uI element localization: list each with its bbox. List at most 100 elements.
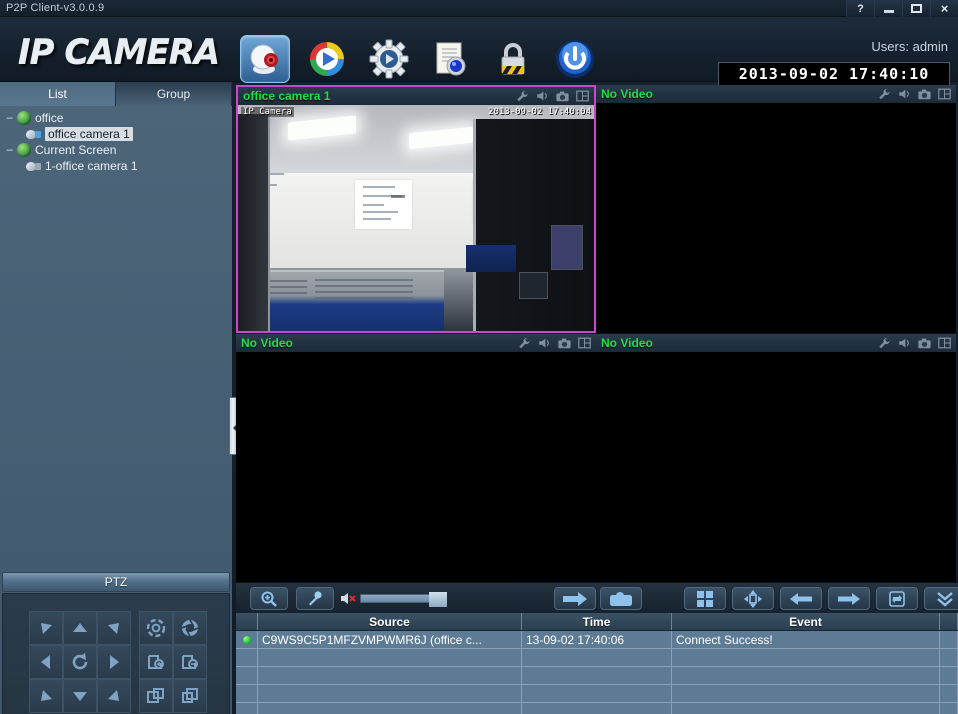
ptz-lens-pad <box>139 611 207 713</box>
speaker-icon[interactable] <box>897 87 912 101</box>
auto-cycle-button[interactable] <box>876 587 918 610</box>
tree-item-office[interactable]: – office <box>4 110 232 126</box>
column-header-extra[interactable] <box>940 613 958 630</box>
tab-group[interactable]: Group <box>116 82 232 106</box>
snapshot-icon[interactable] <box>917 87 932 101</box>
close-button[interactable]: × <box>930 0 958 17</box>
prev-page-button[interactable] <box>780 587 822 610</box>
video-osd-name: IP Camera <box>241 107 294 117</box>
power-button[interactable] <box>550 35 600 83</box>
log-button[interactable] <box>426 35 476 83</box>
speaker-icon[interactable] <box>537 336 552 350</box>
next-page-button[interactable] <box>828 587 870 610</box>
volume-control[interactable] <box>340 591 447 607</box>
focus-near-button[interactable] <box>139 645 173 679</box>
help-button[interactable]: ? <box>846 0 874 17</box>
table-row[interactable]: C9WS9C5P1MFZVMPWMR6J (office c... 13-09-… <box>236 631 958 649</box>
ptz-left-button[interactable] <box>29 645 63 679</box>
fullscreen-pan-button[interactable] <box>732 587 774 610</box>
snapshot-icon[interactable] <box>917 336 932 350</box>
globe-icon <box>17 143 31 157</box>
video-cell-2-title: No Video <box>601 87 653 101</box>
table-row[interactable] <box>236 649 958 667</box>
snapshot-button[interactable] <box>600 587 642 610</box>
lock-button[interactable] <box>488 35 538 83</box>
expander-icon[interactable]: – <box>4 144 15 156</box>
zoom-in-button[interactable] <box>139 679 173 713</box>
iris-open-button[interactable] <box>139 611 173 645</box>
video-cell-3-header: No Video <box>236 334 596 352</box>
video-cell-3[interactable]: No Video <box>236 334 596 582</box>
maximize-icon <box>911 4 922 13</box>
settings-button[interactable] <box>364 35 414 83</box>
video-cell-2-body[interactable] <box>596 103 956 333</box>
video-cell-4[interactable]: No Video <box>596 334 956 582</box>
app-header: IP CAMERA Users: admin 2013-09-02 17:40:… <box>0 17 958 86</box>
column-header-event[interactable]: Event <box>672 613 940 630</box>
layout-quad-button[interactable] <box>684 587 726 610</box>
ptz-panel-header[interactable]: PTZ <box>2 572 230 592</box>
iris-open-icon <box>146 618 166 638</box>
snapshot-icon[interactable] <box>557 336 572 350</box>
arrow-down-icon <box>73 692 87 701</box>
globe-icon <box>17 111 31 125</box>
record-arrow-button[interactable] <box>554 587 596 610</box>
snapshot-icon[interactable] <box>555 89 570 103</box>
tree-item-1-office-camera-1[interactable]: 1-office camera 1 <box>4 158 232 174</box>
wrench-icon[interactable] <box>877 87 892 101</box>
chevron-double-down-icon <box>937 591 953 607</box>
ptz-down-button[interactable] <box>63 679 97 713</box>
arrow-up-left-icon <box>41 623 52 634</box>
video-cell-2[interactable]: No Video <box>596 85 956 333</box>
microphone-button[interactable] <box>296 587 334 610</box>
search-zoom-button[interactable] <box>250 587 288 610</box>
collapse-chevron-button[interactable] <box>924 587 958 610</box>
video-cell-1[interactable]: office camera 1 IP Camera 2013-09-02 17:… <box>236 85 596 333</box>
tree-item-office-camera-1[interactable]: office camera 1 <box>4 126 232 142</box>
wrench-icon[interactable] <box>877 336 892 350</box>
speaker-icon[interactable] <box>897 336 912 350</box>
speaker-muted-icon[interactable] <box>340 591 356 606</box>
iris-close-button[interactable] <box>173 611 207 645</box>
ptz-up-right-button[interactable] <box>97 611 131 645</box>
zoom-out-button[interactable] <box>173 679 207 713</box>
tree-item-current-screen[interactable]: – Current Screen <box>4 142 232 158</box>
focus-near-icon <box>148 655 164 669</box>
maximize-button[interactable] <box>902 0 930 17</box>
table-row[interactable] <box>236 667 958 685</box>
ptz-down-right-button[interactable] <box>97 679 131 713</box>
wrench-icon[interactable] <box>515 89 530 103</box>
volume-slider-knob[interactable] <box>429 592 447 607</box>
table-row[interactable] <box>236 703 958 714</box>
ptz-up-left-button[interactable] <box>29 611 63 645</box>
video-cell-1-body[interactable]: IP Camera 2013-09-02 17:40:04 <box>238 105 594 331</box>
video-cell-4-body[interactable] <box>596 352 956 582</box>
panel-layout-icon[interactable] <box>937 87 952 101</box>
column-header-time[interactable]: Time <box>522 613 672 630</box>
iris-close-icon <box>181 619 199 637</box>
ptz-right-button[interactable] <box>97 645 131 679</box>
focus-far-button[interactable] <box>173 645 207 679</box>
live-view-button[interactable] <box>240 35 290 83</box>
video-cell-1-title: office camera 1 <box>243 89 331 103</box>
playback-button[interactable] <box>302 35 352 83</box>
panel-layout-icon[interactable] <box>575 89 590 103</box>
panel-layout-icon[interactable] <box>937 336 952 350</box>
expander-icon[interactable]: – <box>4 112 15 124</box>
title-bar: P2P Client-v3.0.0.9 ? × <box>0 0 958 17</box>
table-row[interactable] <box>236 685 958 703</box>
ptz-down-left-button[interactable] <box>29 679 63 713</box>
ptz-auto-scan-button[interactable] <box>63 645 97 679</box>
wrench-icon[interactable] <box>517 336 532 350</box>
tab-list[interactable]: List <box>0 82 116 106</box>
volume-slider[interactable] <box>360 592 447 607</box>
column-header-source[interactable]: Source <box>258 613 522 630</box>
arrow-down-left-icon <box>41 690 52 701</box>
ptz-up-button[interactable] <box>63 611 97 645</box>
minimize-button[interactable] <box>874 0 902 17</box>
status-dot-icon <box>242 635 251 644</box>
video-cell-3-body[interactable] <box>236 352 596 582</box>
speaker-icon[interactable] <box>535 89 550 103</box>
panel-layout-icon[interactable] <box>577 336 592 350</box>
column-header-status[interactable] <box>236 613 258 630</box>
